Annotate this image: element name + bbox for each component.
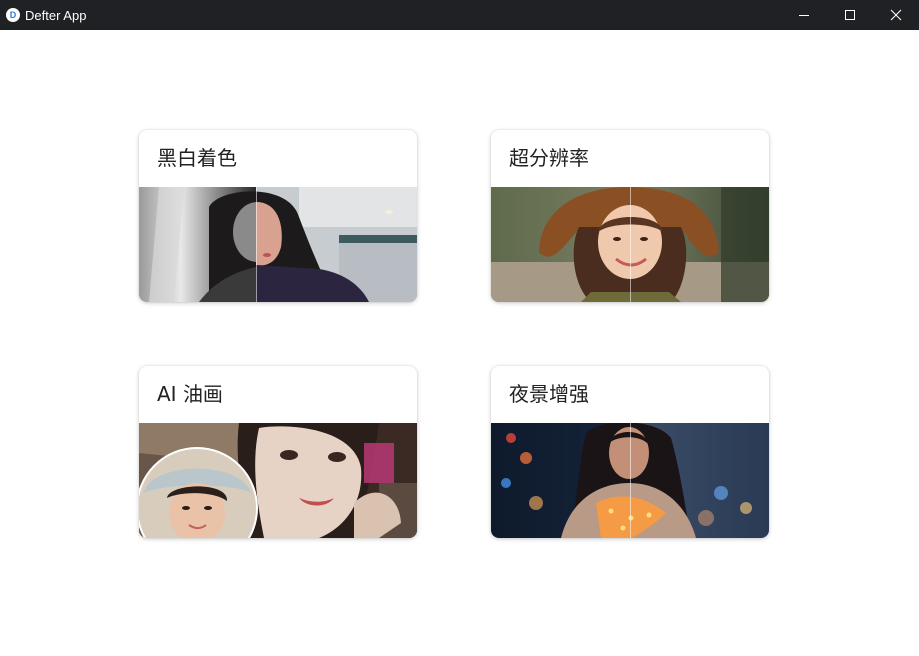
comparison-divider <box>630 423 631 538</box>
maximize-icon <box>845 10 855 20</box>
maximize-button[interactable] <box>827 0 873 30</box>
card-super-resolution[interactable]: 超分辨率 <box>491 130 769 302</box>
comparison-divider <box>256 187 257 302</box>
minimize-button[interactable] <box>781 0 827 30</box>
card-title: 超分辨率 <box>509 146 589 170</box>
night-enhance-portrait-image <box>491 423 769 538</box>
comparison-divider <box>630 187 631 302</box>
app-logo-icon: D <box>6 8 20 22</box>
app-logo-letter: D <box>9 10 17 20</box>
main-content: 黑白着色 超分辨率 AI 油画 夜景增强 <box>0 30 919 656</box>
card-colorize[interactable]: 黑白着色 <box>139 130 417 302</box>
title-bar: D Defter App <box>0 0 919 30</box>
close-icon <box>890 9 902 21</box>
card-title: 黑白着色 <box>157 146 237 170</box>
close-button[interactable] <box>873 0 919 30</box>
window-controls <box>781 0 919 30</box>
colorize-portrait-image <box>139 187 417 302</box>
oil-painting-portrait-image <box>139 423 417 538</box>
window-title: Defter App <box>25 7 87 23</box>
card-night-enhance[interactable]: 夜景增强 <box>491 366 769 538</box>
minimize-icon <box>799 15 809 16</box>
card-title: AI 油画 <box>157 382 223 406</box>
super-resolution-portrait-image <box>491 187 769 302</box>
card-oil-painting[interactable]: AI 油画 <box>139 366 417 538</box>
card-title: 夜景增强 <box>509 382 589 406</box>
